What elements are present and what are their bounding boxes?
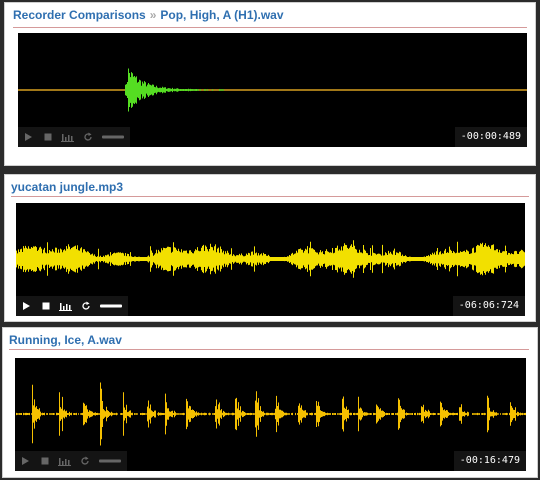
waveform-trace bbox=[16, 240, 525, 278]
waveform-icon bbox=[59, 303, 72, 311]
volume-slider[interactable] bbox=[96, 296, 126, 316]
audio-player[interactable]: -00:16:479 bbox=[15, 358, 526, 471]
player-controls bbox=[16, 296, 128, 316]
loop-icon bbox=[84, 132, 92, 141]
recording-panel-2: yucatan jungle.mp3 -06:06:724 bbox=[4, 174, 536, 322]
breadcrumb-separator: » bbox=[149, 8, 157, 22]
stop-button[interactable] bbox=[36, 296, 56, 316]
panel-title: Recorder Comparisons» Pop, High, A (H1).w… bbox=[13, 8, 535, 22]
play-button[interactable] bbox=[18, 127, 38, 147]
loop-button[interactable] bbox=[78, 127, 98, 147]
time-remaining: -00:00:489 bbox=[454, 127, 527, 147]
file-title-link[interactable]: Running, Ice, A.wav bbox=[9, 333, 122, 347]
audio-player[interactable]: -06:06:724 bbox=[16, 203, 525, 316]
breadcrumb-link[interactable]: Recorder Comparisons bbox=[13, 8, 146, 22]
stop-button[interactable] bbox=[35, 451, 55, 471]
title-rule bbox=[13, 27, 527, 28]
volume-slider[interactable] bbox=[95, 451, 125, 471]
player-controls bbox=[15, 451, 127, 471]
panel-title: Running, Ice, A.wav bbox=[9, 333, 537, 347]
volume-slider-icon bbox=[100, 304, 122, 308]
stop-icon bbox=[42, 302, 50, 310]
recording-panel-1: Recorder Comparisons» Pop, High, A (H1).w… bbox=[4, 2, 536, 166]
file-title-link[interactable]: yucatan jungle.mp3 bbox=[11, 180, 123, 194]
stop-icon bbox=[41, 457, 49, 465]
audio-player[interactable]: -00:00:489 bbox=[18, 33, 527, 147]
loop-icon bbox=[81, 456, 89, 465]
loop-button[interactable] bbox=[76, 296, 96, 316]
volume-slider-icon bbox=[99, 459, 121, 463]
title-rule bbox=[11, 196, 529, 197]
recording-panel-3: Running, Ice, A.wav -00:16:479 bbox=[2, 327, 538, 478]
loop-icon bbox=[82, 301, 90, 310]
time-remaining: -06:06:724 bbox=[452, 296, 525, 316]
panel-title: yucatan jungle.mp3 bbox=[11, 180, 535, 194]
stop-button[interactable] bbox=[38, 127, 58, 147]
waveform-button[interactable] bbox=[58, 127, 78, 147]
stop-icon bbox=[44, 133, 52, 141]
title-rule bbox=[9, 349, 529, 350]
waveform-button[interactable] bbox=[55, 451, 75, 471]
loop-button[interactable] bbox=[75, 451, 95, 471]
file-title-link[interactable]: Pop, High, A (H1).wav bbox=[160, 8, 283, 22]
play-button[interactable] bbox=[16, 296, 36, 316]
time-remaining: -00:16:479 bbox=[453, 451, 526, 471]
play-icon bbox=[25, 133, 32, 141]
waveform-icon bbox=[58, 458, 71, 466]
volume-slider[interactable] bbox=[98, 127, 128, 147]
waveform-button[interactable] bbox=[56, 296, 76, 316]
play-button[interactable] bbox=[15, 451, 35, 471]
player-controls bbox=[18, 127, 130, 147]
play-icon bbox=[22, 457, 29, 465]
waveform-icon bbox=[61, 134, 74, 142]
waveform-trace bbox=[16, 382, 526, 446]
volume-slider-icon bbox=[102, 135, 124, 139]
play-icon bbox=[23, 302, 30, 310]
